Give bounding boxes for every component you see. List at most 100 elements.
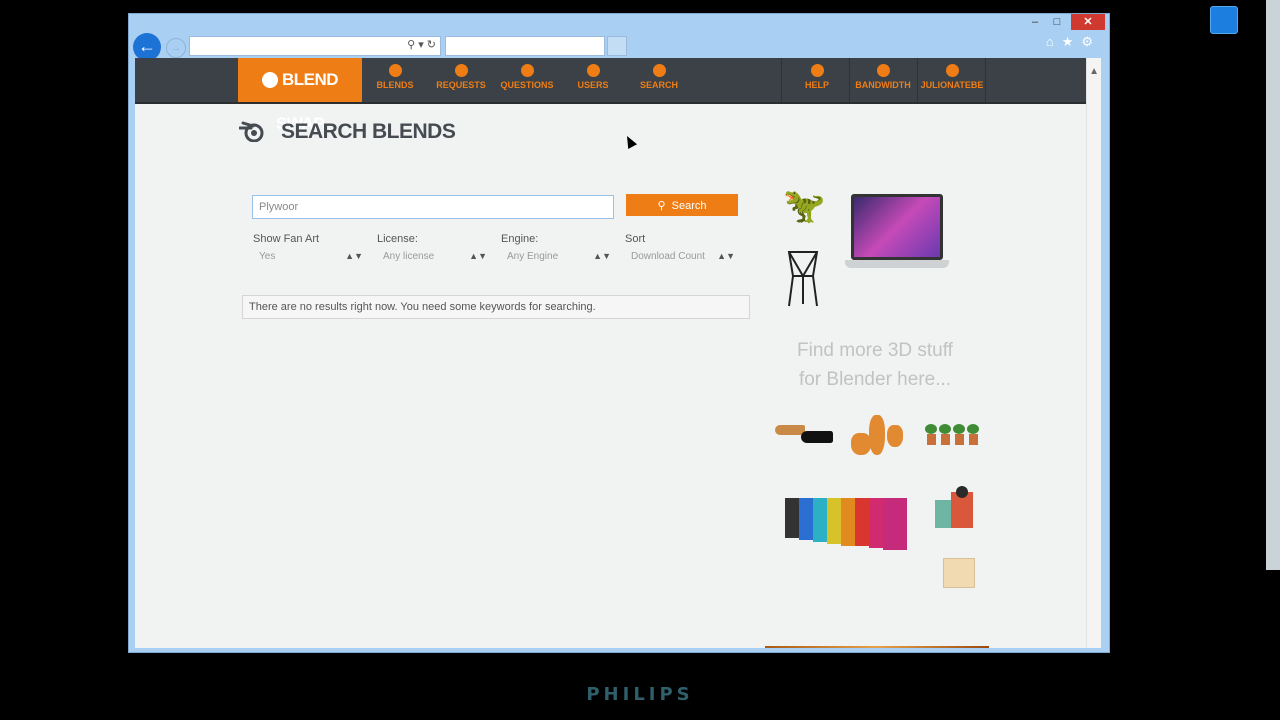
site-logo[interactable]: BLEND SWAP <box>238 58 362 133</box>
nav-item-help[interactable]: HELP <box>785 64 849 90</box>
address-bar[interactable]: ⚲ ▾ ↻ <box>189 36 441 56</box>
page-title: SEARCH BLENDS <box>281 120 456 143</box>
no-results-message: There are no results right now. You need… <box>242 295 750 319</box>
browser-tab[interactable] <box>445 36 605 56</box>
filter-label: License: <box>377 233 418 245</box>
nav-item-user-account[interactable]: JULIONATEBE <box>919 64 985 90</box>
vase <box>887 425 903 447</box>
filter-engine: Engine: Any Engine ▲▼ <box>501 233 613 265</box>
shoe <box>775 425 805 435</box>
star-icon[interactable]: ★ <box>1062 34 1082 49</box>
nav-item-search[interactable]: SEARCH <box>627 64 691 90</box>
nav-label: BLENDS <box>376 80 414 90</box>
nav-label: BANDWIDTH <box>855 80 911 90</box>
close-button[interactable]: ✕ <box>1071 14 1105 30</box>
search-icon[interactable]: ⚲ <box>407 39 415 51</box>
figurine-model-image <box>935 486 973 528</box>
vase <box>869 415 885 455</box>
minimize-button[interactable]: – <box>1025 14 1045 30</box>
ad-line-1: Find more 3D stuff <box>797 340 953 361</box>
plant-leaf <box>967 424 979 434</box>
chevron-up-icon[interactable]: ▲ <box>1089 66 1099 77</box>
address-actions: ⚲ ▾ ↻ <box>407 38 436 51</box>
browser-window: – □ ✕ ← → ⚲ ▾ ↻ ⌂★⚙ BLEND SWAP BLENDS RE… <box>128 13 1110 653</box>
plant-pot <box>969 434 978 445</box>
new-tab-button[interactable] <box>607 36 627 56</box>
blender-icon <box>388 64 402 77</box>
lifebuoy-icon <box>810 64 824 77</box>
home-icon[interactable]: ⌂ <box>1046 34 1062 49</box>
nav-divider <box>985 58 986 102</box>
nav-item-bandwidth[interactable]: BANDWIDTH <box>851 64 915 90</box>
filter-label: Show Fan Art <box>253 233 320 245</box>
select-value: Any Engine <box>507 251 559 262</box>
forward-button[interactable]: → <box>166 38 186 58</box>
nav-item-users[interactable]: USERS <box>561 64 625 90</box>
nav-item-blends[interactable]: BLENDS <box>363 64 427 90</box>
select-arrows-icon: ▲▼ <box>593 251 611 261</box>
nav-item-questions[interactable]: QUESTIONS <box>495 64 559 90</box>
chair-model-image <box>787 251 819 307</box>
ad-tagline: Find more 3D stuff for Blender here... <box>775 336 975 394</box>
nav-item-requests[interactable]: REQUESTS <box>429 64 493 90</box>
sort-select[interactable]: Download Count ▲▼ <box>625 251 737 265</box>
select-arrows-icon: ▲▼ <box>717 251 735 261</box>
blender-icon <box>239 121 264 142</box>
laptop-screen <box>851 194 943 260</box>
filter-license: License: Any license ▲▼ <box>377 233 489 265</box>
plant-leaf <box>925 424 937 434</box>
mouse-cursor <box>622 133 638 149</box>
plant-pot <box>941 434 950 445</box>
dropdown-icon[interactable]: ▾ <box>418 39 424 51</box>
check-icon <box>454 64 468 77</box>
laptop-base <box>845 260 949 268</box>
filter-sort: Sort Download Count ▲▼ <box>625 233 737 265</box>
select-value: Yes <box>259 251 276 262</box>
scrollbar[interactable]: ▲ <box>1086 58 1101 648</box>
license-select[interactable]: Any license ▲▼ <box>377 251 489 265</box>
plant-leaf <box>939 424 951 434</box>
search-button[interactable]: ⚲ Search <box>626 194 738 216</box>
nav-divider <box>781 58 782 102</box>
fan-art-select[interactable]: Yes ▲▼ <box>253 251 365 265</box>
users-icon <box>586 64 600 77</box>
nav-label: HELP <box>804 80 829 90</box>
arrow-left-icon: ← <box>138 36 156 56</box>
engine-select[interactable]: Any Engine ▲▼ <box>501 251 613 265</box>
nav-label: JULIONATEBE <box>920 80 984 90</box>
plant-leaf <box>953 424 965 434</box>
user-icon <box>945 64 959 77</box>
shoe <box>801 431 833 443</box>
search-icon: ⚲ <box>657 199 666 212</box>
dinosaur-model-image: 🦖 <box>783 187 826 225</box>
page-viewport: BLEND SWAP BLENDS REQUESTS QUESTIONS USE… <box>135 58 1101 648</box>
select-arrows-icon: ▲▼ <box>469 251 487 261</box>
nav-label: QUESTIONS <box>500 80 554 90</box>
media-players-model-image <box>785 498 907 550</box>
box-model-image <box>943 558 975 588</box>
search-icon <box>652 64 666 77</box>
select-arrows-icon: ▲▼ <box>345 251 363 261</box>
ad-banner[interactable]: 🦖 Find more 3D stuff for Blender here... <box>765 186 991 648</box>
refresh-icon[interactable]: ↻ <box>427 39 436 51</box>
filter-show-fan-art: Show Fan Art Yes ▲▼ <box>253 233 365 265</box>
browser-titlebar: – □ ✕ ← → ⚲ ▾ ↻ ⌂★⚙ <box>129 14 1109 61</box>
filter-label: Engine: <box>501 233 539 245</box>
shoes-model-image <box>775 421 835 451</box>
monitor-bezel-edge <box>1266 0 1280 570</box>
maximize-button[interactable]: □ <box>1047 14 1067 30</box>
gear-icon[interactable]: ⚙ <box>1081 34 1101 49</box>
plant-pot <box>955 434 964 445</box>
filter-label: Sort <box>625 233 646 245</box>
question-icon <box>520 64 534 77</box>
laptop-model-image <box>845 194 949 280</box>
monitor-brand: PHILIPS <box>586 684 694 705</box>
blend-swap-logo-icon <box>261 72 278 88</box>
nav-label: USERS <box>577 80 609 90</box>
back-button[interactable]: ← <box>133 33 161 61</box>
search-input[interactable] <box>252 195 614 219</box>
nav-divider <box>849 58 850 102</box>
desktop-tile <box>1210 6 1238 34</box>
nav-divider <box>917 58 918 102</box>
browser-toolbar-icons: ⌂★⚙ <box>1046 34 1101 50</box>
